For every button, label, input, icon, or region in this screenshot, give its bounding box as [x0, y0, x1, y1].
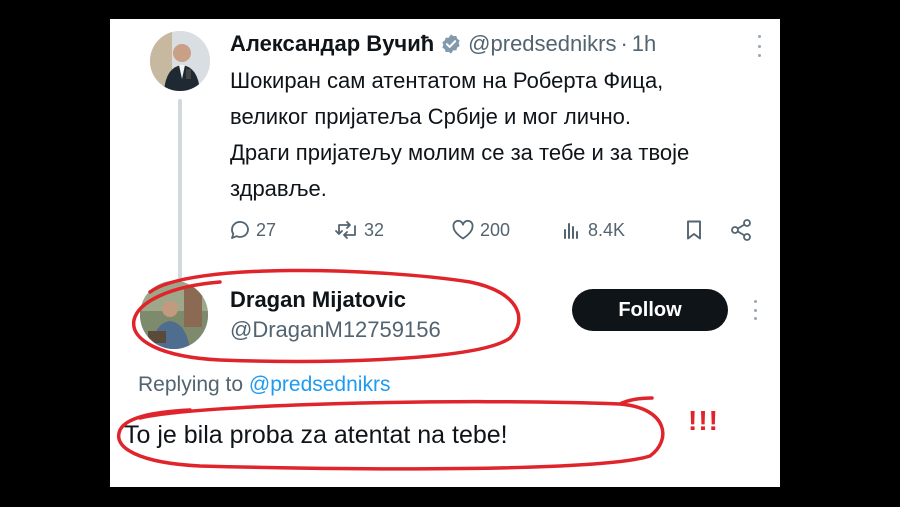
- tweet-text-line: Шокиран сам атентатом на Роберта Фица,: [230, 68, 664, 93]
- replying-to-label: Replying to: [138, 373, 244, 396]
- author-handle[interactable]: @predsednikrs: [468, 31, 616, 57]
- bookmark-button[interactable]: [682, 215, 706, 245]
- share-icon: [728, 217, 754, 243]
- author-avatar[interactable]: [150, 31, 210, 91]
- views-button[interactable]: 8.4K: [560, 215, 625, 245]
- separator-dot: ·: [620, 31, 628, 56]
- reply-icon: [228, 218, 252, 242]
- tweet-text-line: великог пријатеља Србије и мог лично.: [230, 104, 631, 129]
- tweet-text: Шокиран сам атентатом на Роберта Фица, в…: [230, 63, 770, 207]
- like-button[interactable]: 200: [450, 215, 510, 245]
- tweet-actions-bar: 27 32 200 8.4K: [228, 215, 768, 245]
- like-count: 200: [480, 219, 511, 240]
- reply-count: 27: [256, 219, 277, 240]
- tweet-time[interactable]: 1h: [632, 31, 656, 57]
- verified-badge-icon: [440, 33, 462, 55]
- views-icon: [560, 218, 584, 242]
- thread-connector-line: [178, 99, 182, 279]
- reply-author-name[interactable]: Dragan Mijatovic: [230, 287, 406, 313]
- tweet-screenshot-card: Александар Вучић @predsednikrs · 1h Шоки…: [110, 19, 780, 487]
- author-name[interactable]: Александар Вучић: [230, 31, 434, 57]
- like-icon: [450, 218, 476, 242]
- repost-button[interactable]: 32: [334, 215, 384, 245]
- tweet-text-line: здравље.: [230, 176, 327, 201]
- repost-icon: [334, 218, 360, 242]
- share-button[interactable]: [728, 215, 754, 245]
- repost-count: 32: [364, 219, 385, 240]
- reply-button[interactable]: 27: [228, 215, 276, 245]
- exclamation-annotation: !!!: [688, 405, 719, 436]
- bookmark-icon: [682, 218, 706, 242]
- tweet-text-line: Драги пријатељу молим се за тебе и за тв…: [230, 140, 690, 165]
- follow-button[interactable]: Follow: [572, 289, 728, 331]
- replying-to-handle-link[interactable]: @predsednikrs: [249, 373, 391, 396]
- more-icon[interactable]: [756, 35, 762, 57]
- views-count: 8.4K: [588, 219, 626, 240]
- reply-text: To je bila proba za atentat na tebe!: [124, 421, 508, 449]
- replying-to-line: Replying to @predsednikrs: [138, 373, 390, 397]
- tweet-header: Александар Вучић @predsednikrs · 1h: [230, 29, 656, 59]
- more-icon[interactable]: [752, 300, 758, 320]
- reply-author-avatar[interactable]: [140, 281, 208, 349]
- reply-author-handle[interactable]: @DraganM12759156: [230, 317, 441, 343]
